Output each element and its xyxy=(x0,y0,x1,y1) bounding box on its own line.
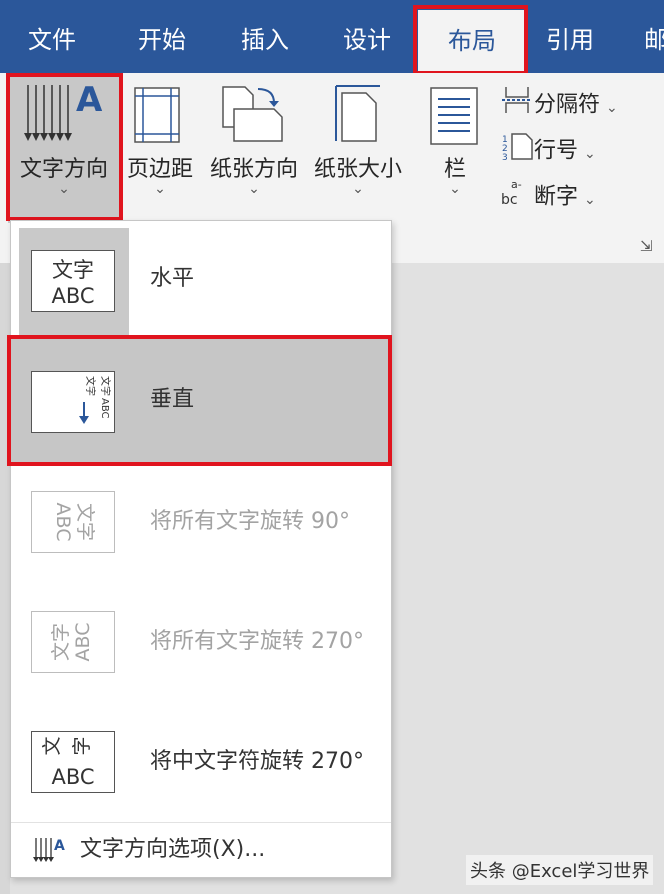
svg-text:文字: 文字 xyxy=(50,623,72,661)
rotate-chinese-text-icon: 文 字 ABC xyxy=(31,731,115,793)
line-numbers-icon: 123 xyxy=(500,131,534,172)
svg-text:文: 文 xyxy=(41,736,63,755)
tab-mailings[interactable]: 邮 xyxy=(644,0,664,73)
ribbon-tab-bar: 文件 开始 插入 设计 布局 引用 邮 xyxy=(0,0,664,73)
svg-text:ABC: ABC xyxy=(51,284,94,308)
svg-text:文字: 文字 xyxy=(84,376,97,396)
vertical-text-icon: 文字 ABC 文字 xyxy=(31,371,115,433)
svg-text:文字: 文字 xyxy=(74,503,96,541)
menu-item-label: 将所有文字旋转 270° xyxy=(150,629,364,654)
menu-item-vertical[interactable]: 文字 ABC 文字 垂直 xyxy=(11,338,391,462)
svg-text:3: 3 xyxy=(502,153,508,161)
svg-text:A: A xyxy=(76,81,103,120)
svg-text:bc: bc xyxy=(501,192,518,207)
menu-item-label: 将所有文字旋转 90° xyxy=(150,509,350,534)
tab-file[interactable]: 文件 xyxy=(20,0,84,73)
page-setup-launcher-icon[interactable]: ⇲ xyxy=(640,237,653,255)
chevron-down-icon: ⌄ xyxy=(449,181,461,197)
chevron-down-icon: ⌄ xyxy=(352,181,364,197)
tab-home[interactable]: 开始 xyxy=(130,0,194,73)
watermark: 头条 @Excel学习世界 xyxy=(466,855,654,885)
menu-item-label: 垂直 xyxy=(150,387,195,412)
tab-design[interactable]: 设计 xyxy=(335,0,399,73)
menu-item-label: 将中文字符旋转 270° xyxy=(150,749,364,774)
menu-item-rotate-90: 文字 ABC 将所有文字旋转 90° xyxy=(11,462,391,582)
hyphenation-icon: a-bc xyxy=(500,177,534,218)
svg-text:文字: 文字 xyxy=(52,258,94,282)
text-direction-options-label: 文字方向选项(X)... xyxy=(80,837,266,862)
rotate-270-text-icon: 文字 ABC xyxy=(31,611,115,673)
svg-text:ABC: ABC xyxy=(52,503,74,542)
columns-button[interactable]: 栏 ⌄ xyxy=(420,73,490,223)
orientation-label: 纸张方向 xyxy=(209,157,298,182)
text-direction-button[interactable]: A 文字方向 ⌄ xyxy=(8,73,120,223)
margins-button[interactable]: 页边距 ⌄ xyxy=(120,73,200,223)
text-direction-options-button[interactable]: A 文字方向选项(X)... xyxy=(11,824,391,878)
hyphenation-button[interactable]: a-bc 断字 ⌄ xyxy=(500,177,596,211)
hyphenation-label: 断字 xyxy=(534,184,579,210)
svg-text:文字: 文字 xyxy=(99,376,112,396)
columns-label: 栏 xyxy=(443,157,466,182)
chevron-down-icon: ⌄ xyxy=(58,181,70,197)
columns-icon xyxy=(430,87,478,145)
svg-text:A: A xyxy=(54,838,65,854)
size-button[interactable]: 纸张大小 ⌄ xyxy=(308,73,408,223)
orientation-icon xyxy=(222,86,283,142)
menu-item-rotate-chinese-270[interactable]: 文 字 ABC 将中文字符旋转 270° xyxy=(11,702,391,822)
horizontal-text-icon: 文字 ABC xyxy=(31,250,115,312)
menu-separator xyxy=(11,822,391,823)
document-margin xyxy=(0,263,10,894)
chevron-down-icon: ⌄ xyxy=(606,99,618,116)
orientation-button[interactable]: 纸张方向 ⌄ xyxy=(204,73,304,223)
chevron-down-icon: ⌄ xyxy=(584,191,596,208)
size-label: 纸张大小 xyxy=(313,157,402,182)
svg-text:ABC: ABC xyxy=(51,765,94,789)
chevron-down-icon: ⌄ xyxy=(584,145,596,162)
svg-text:字: 字 xyxy=(71,736,93,755)
chevron-down-icon: ⌄ xyxy=(154,181,166,197)
breaks-label: 分隔符 xyxy=(534,92,601,118)
text-direction-label: 文字方向 xyxy=(19,157,108,182)
line-numbers-label: 行号 xyxy=(534,138,579,164)
menu-item-rotate-270: 文字 ABC 将所有文字旋转 270° xyxy=(11,582,391,702)
menu-item-label: 水平 xyxy=(150,266,195,291)
breaks-icon xyxy=(500,85,534,126)
tab-layout[interactable]: 布局 xyxy=(418,10,526,73)
svg-text:a-: a- xyxy=(511,178,522,191)
page-size-icon xyxy=(335,85,380,142)
breaks-button[interactable]: 分隔符 ⌄ xyxy=(500,85,618,119)
line-numbers-button[interactable]: 123 行号 ⌄ xyxy=(500,131,596,165)
svg-text:ABC: ABC xyxy=(99,398,110,419)
menu-item-horizontal[interactable]: 文字 ABC 水平 xyxy=(11,221,391,335)
text-direction-menu: 文字 ABC 水平 文字 ABC 文字 垂直 文字 ABC 将所有文字旋转 90… xyxy=(10,220,392,878)
margins-label: 页边距 xyxy=(126,157,193,182)
tab-references[interactable]: 引用 xyxy=(538,0,602,73)
rotate-90-text-icon: 文字 ABC xyxy=(31,491,115,553)
text-direction-options-icon: A xyxy=(33,838,65,862)
margins-icon xyxy=(134,87,180,143)
chevron-down-icon: ⌄ xyxy=(248,181,260,197)
svg-text:ABC: ABC xyxy=(72,623,94,662)
tab-insert[interactable]: 插入 xyxy=(233,0,297,73)
text-direction-icon: A xyxy=(24,81,103,141)
